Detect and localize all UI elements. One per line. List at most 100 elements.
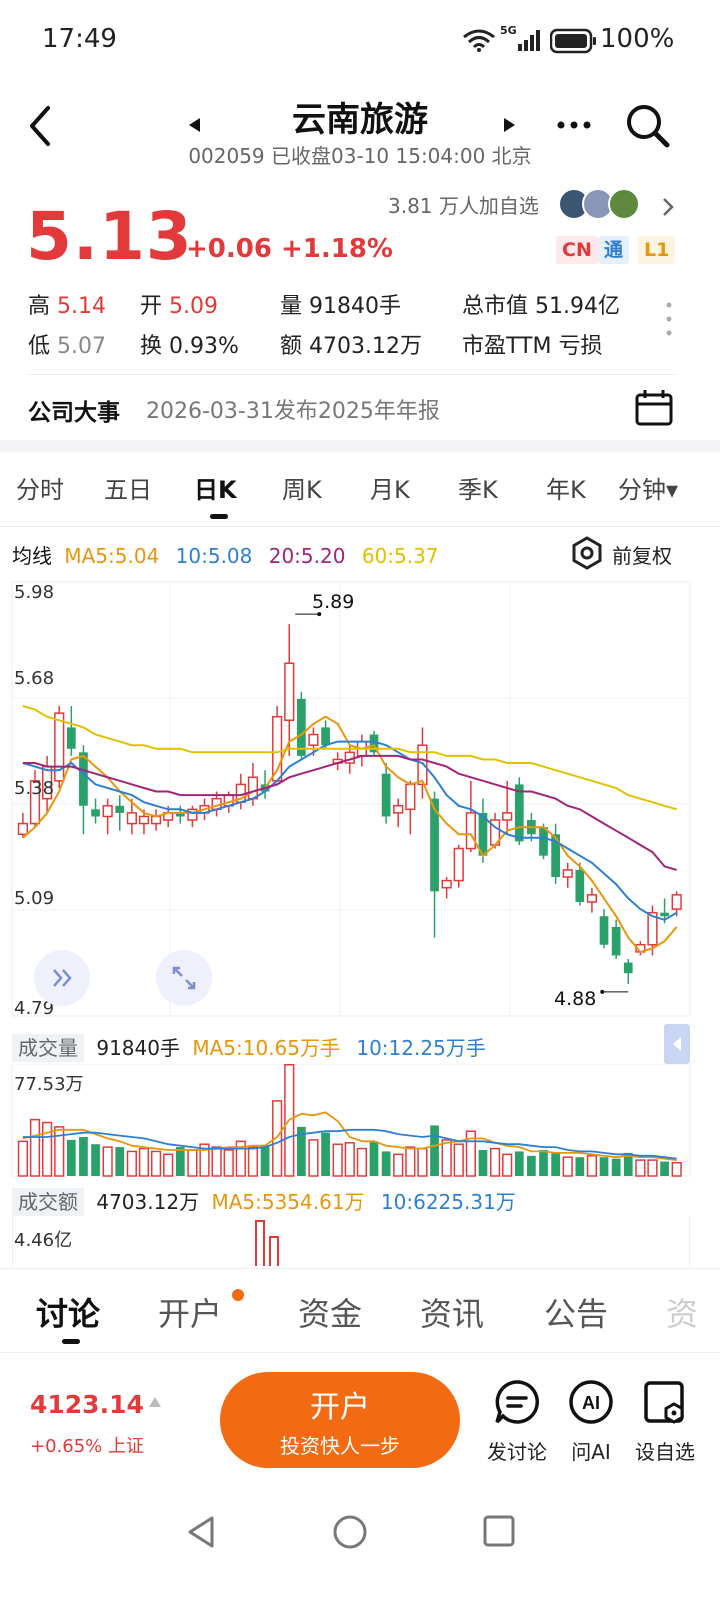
index-change[interactable]: +0.65% 上证 (30, 1432, 144, 1458)
more-icon[interactable] (556, 120, 596, 130)
nav-home-icon[interactable] (332, 1514, 368, 1550)
adjust-settings-icon[interactable] (570, 536, 604, 570)
follower-avatars[interactable] (558, 188, 654, 222)
volume-bar (393, 1153, 404, 1177)
active-tab-indicator (210, 514, 228, 519)
tab-quarterly-k[interactable]: 季K (458, 470, 498, 505)
ma60-value: 60:5.37 (361, 544, 439, 568)
expand-dots-icon[interactable] (664, 300, 674, 340)
tab-news[interactable]: 资讯 (420, 1289, 484, 1335)
chevron-right-icon[interactable] (660, 196, 676, 218)
candle-body (453, 847, 464, 882)
ma20-value: 20:5.20 (268, 544, 346, 568)
network-type: 5G (500, 24, 517, 37)
candle-body (247, 776, 259, 800)
status-bar: 17:49 5G 100% (0, 0, 720, 84)
divider (0, 526, 720, 527)
candle-body (575, 869, 585, 902)
volume-bar (551, 1152, 560, 1176)
tab-daily-k[interactable]: 日K (194, 470, 237, 505)
stat-turnover: 换 0.93% (140, 334, 239, 359)
status-time: 17:49 (42, 24, 117, 54)
tab-announcements[interactable]: 公告 (544, 1289, 608, 1335)
bottom-tabs: 讨论 开户 资金 资讯 公告 资 (0, 1268, 720, 1348)
tab-five-day[interactable]: 五日 (104, 470, 152, 505)
volume-bar (42, 1121, 53, 1177)
candle-body (539, 827, 548, 856)
svg-text:AI: AI (582, 1393, 600, 1413)
volume-bar (175, 1147, 185, 1176)
open-account-button[interactable]: 开户 投资快人一步 (220, 1372, 460, 1468)
open-account-subtitle: 投资快人一步 (280, 1434, 400, 1458)
tag-l1[interactable]: L1 (638, 236, 676, 264)
nav-recent-icon[interactable] (482, 1514, 516, 1548)
volume-bar (115, 1147, 125, 1176)
stat-amount: 额 4703.12万 (280, 334, 422, 359)
calendar-icon[interactable] (634, 388, 674, 428)
tab-more[interactable]: 资 (666, 1289, 698, 1335)
tab-funds[interactable]: 资金 (298, 1289, 362, 1335)
stat-market-cap: 总市值 51.94亿 (462, 294, 620, 319)
volume-bar (138, 1147, 150, 1177)
tab-discussion[interactable]: 讨论 (36, 1289, 100, 1335)
follower-count[interactable]: 3.81 万人加自选 (388, 190, 539, 219)
volume-legend: 成交量 91840手 MA5:10.65万手 10:12.25万手 (12, 1032, 486, 1062)
tab-monthly-k[interactable]: 月K (370, 470, 410, 505)
amount-ma10: 10:6225.31万 (380, 1190, 516, 1214)
candle-body (417, 744, 428, 786)
volume-bar (356, 1147, 368, 1177)
price-axis-tick: 5.68 (14, 668, 55, 689)
price-axis-tick: 5.38 (14, 778, 55, 799)
open-account-title: 开户 (310, 1390, 370, 1425)
volume-bar (54, 1126, 65, 1177)
volume-bar (66, 1139, 76, 1176)
add-watchlist-button[interactable]: 设自选 (622, 1378, 708, 1465)
tab-intraday[interactable]: 分时 (16, 470, 64, 505)
candle-body (502, 812, 513, 821)
volume-ma5: MA5:10.65万手 (192, 1036, 340, 1060)
amount-chart[interactable] (12, 1216, 690, 1266)
wifi-icon (463, 29, 495, 52)
candle-body (79, 752, 88, 806)
ma10-value: 10:5.08 (175, 544, 253, 568)
ai-icon: AI (569, 1380, 613, 1424)
volume-bar (29, 1118, 41, 1177)
tag-cn[interactable]: CN (556, 236, 598, 264)
volume-bar (478, 1149, 488, 1176)
price-axis-tick: 5.09 (14, 888, 55, 909)
scroll-latest-button[interactable] (34, 950, 90, 1006)
expand-icon (172, 966, 196, 990)
candlestick-chart[interactable] (0, 578, 720, 1022)
candle-body (671, 894, 682, 910)
volume-bar (417, 1147, 428, 1177)
volume-bar (599, 1157, 609, 1176)
ma5-value: MA5:5.04 (64, 544, 160, 568)
tab-open-account[interactable]: 开户 (158, 1289, 222, 1335)
volume-label[interactable]: 成交量 (12, 1034, 84, 1062)
fullscreen-button[interactable] (156, 950, 212, 1006)
tab-minute[interactable]: 分钟▾ (618, 470, 678, 505)
next-stock-icon[interactable] (500, 116, 518, 134)
tag-connect[interactable]: 通 (598, 236, 630, 264)
search-icon[interactable] (624, 102, 672, 150)
volume-bar (321, 1132, 330, 1176)
index-value[interactable]: 4123.14 (30, 1390, 144, 1419)
tab-weekly-k[interactable]: 周K (282, 470, 322, 505)
candle-body (660, 912, 669, 917)
adjust-mode[interactable]: 前复权 (612, 540, 672, 569)
volume-chart[interactable] (0, 1064, 720, 1180)
collapse-panel-button[interactable] (664, 1024, 690, 1064)
tab-yearly-k[interactable]: 年K (546, 470, 586, 505)
volume-bar (514, 1151, 524, 1176)
amount-label[interactable]: 成交额 (12, 1188, 84, 1216)
volume-bar (150, 1150, 162, 1177)
event-label: 公司大事 (28, 400, 120, 426)
stat-high: 高 5.14 (28, 294, 106, 319)
signal-icon (518, 30, 540, 51)
event-text[interactable]: 2026-03-31发布2025年年报 (146, 393, 440, 425)
nav-back-icon[interactable] (184, 1514, 218, 1550)
volume-bar (308, 1139, 319, 1177)
divider (28, 374, 676, 375)
candle-body (611, 926, 621, 956)
amount-ma5: MA5:5354.61万 (211, 1190, 365, 1214)
